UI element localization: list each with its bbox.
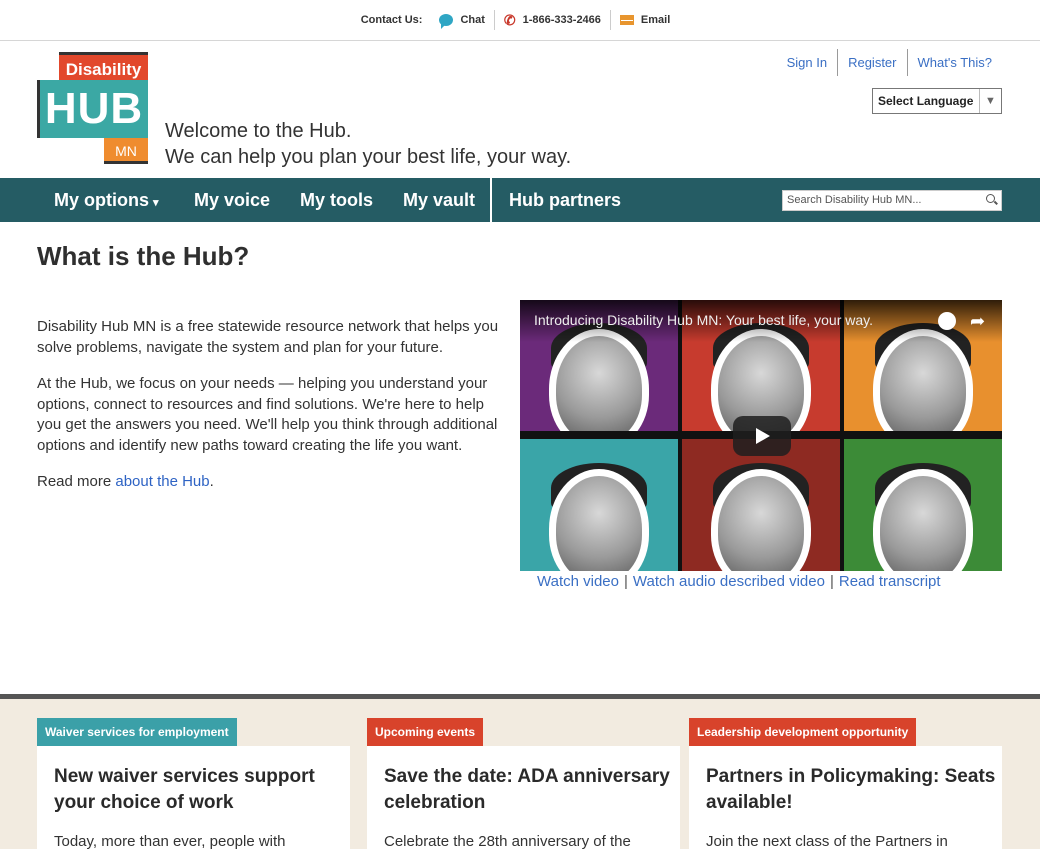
caret-down-icon: ▾ — [153, 197, 159, 209]
feature-card[interactable]: New waiver services support your choice … — [37, 746, 350, 849]
page-title: What is the Hub? — [37, 241, 250, 271]
card-excerpt: Today, more than ever, people with — [54, 833, 286, 849]
phone-number: 1-866-333-2466 — [522, 14, 601, 26]
watch-audio-described-link[interactable]: Watch audio described video — [633, 573, 825, 590]
watch-video-link[interactable]: Watch video — [537, 573, 619, 590]
chat-link[interactable]: Chat — [430, 10, 493, 30]
welcome-line-2: We can help you plan your best life, you… — [165, 146, 572, 168]
account-links: Sign In Register What's This? — [777, 49, 1002, 76]
intro-text: Disability Hub MN is a free statewide re… — [37, 317, 507, 509]
read-transcript-link[interactable]: Read transcript — [839, 573, 941, 590]
nav-my-options-label: My options — [54, 190, 149, 210]
watch-later-icon[interactable] — [938, 312, 956, 330]
nav-my-voice[interactable]: My voice — [194, 178, 270, 222]
whats-this-link[interactable]: What's This? — [906, 49, 1003, 76]
card-excerpt: Join the next class of the Partners in — [706, 833, 948, 849]
card-category-tag[interactable]: Waiver services for employment — [37, 718, 237, 746]
nav-hub-partners[interactable]: Hub partners — [509, 178, 621, 222]
contact-label: Contact Us: — [360, 14, 423, 26]
video-thumbnail-tile — [844, 439, 1002, 571]
logo-hub-text: HUB — [37, 80, 148, 138]
read-more-suffix: . — [209, 473, 214, 490]
intro-paragraph-1: Disability Hub MN is a free statewide re… — [37, 318, 499, 356]
featured-section: New waiver services support your choice … — [0, 694, 1040, 849]
contact-bar: Contact Us: Chat ✆ 1-866-333-2466 Email — [0, 0, 1040, 41]
chat-icon — [439, 14, 454, 29]
card-title[interactable]: New waiver services support your choice … — [54, 764, 344, 816]
welcome-message: Welcome to the Hub. We can help you plan… — [165, 118, 571, 170]
play-button[interactable] — [733, 416, 791, 456]
phone-icon: ✆ — [503, 12, 516, 28]
language-select-label: Select Language — [878, 94, 974, 108]
intro-paragraph-2: At the Hub, we focus on your needs — hel… — [37, 375, 498, 454]
video-title-bar: Introducing Disability Hub MN: Your best… — [520, 300, 1002, 342]
link-separator: | — [829, 573, 834, 590]
share-icon[interactable]: ➦ — [970, 312, 988, 330]
search-input[interactable]: Search Disability Hub MN... — [782, 190, 1002, 211]
read-more: Read more about the Hub. — [37, 472, 507, 493]
nav-divider — [490, 178, 492, 222]
video-links: Watch video | Watch audio described video |… — [537, 573, 941, 590]
logo-mn-text: MN — [104, 138, 148, 164]
video-thumbnail-tile — [682, 439, 840, 571]
chat-label: Chat — [460, 14, 485, 26]
logo-disability-text: Disability — [59, 52, 148, 80]
video-thumbnail-tile — [520, 439, 678, 571]
nav-my-vault[interactable]: My vault — [403, 178, 475, 222]
site-logo[interactable]: Disability HUB MN — [37, 52, 148, 164]
sign-in-link[interactable]: Sign In — [777, 49, 837, 76]
dropdown-arrow-icon: ▼ — [979, 89, 1001, 113]
phone-link[interactable]: ✆ 1-866-333-2466 — [493, 10, 610, 30]
read-more-prefix: Read more — [37, 473, 116, 490]
register-link[interactable]: Register — [837, 49, 906, 76]
card-excerpt: Celebrate the 28th anniversary of the — [384, 833, 631, 849]
search-placeholder: Search Disability Hub MN... — [787, 194, 922, 206]
video-title[interactable]: Introducing Disability Hub MN: Your best… — [534, 312, 873, 328]
nav-my-options[interactable]: My options ▾ — [54, 178, 159, 222]
card-category-tag[interactable]: Leadership development opportunity — [689, 718, 917, 746]
feature-card[interactable]: Save the date: ADA anniversary celebrati… — [367, 746, 680, 849]
search-icon[interactable] — [986, 194, 995, 203]
feature-card[interactable]: Partners in Policymaking: Seats availabl… — [689, 746, 1002, 849]
welcome-line-1: Welcome to the Hub. — [165, 120, 352, 142]
card-category-tag[interactable]: Upcoming events — [367, 718, 484, 746]
email-label: Email — [640, 14, 671, 26]
link-separator: | — [623, 573, 628, 590]
video-player[interactable]: Introducing Disability Hub MN: Your best… — [520, 300, 1002, 571]
about-hub-link[interactable]: about the Hub — [115, 473, 209, 490]
card-title[interactable]: Save the date: ADA anniversary celebrati… — [384, 764, 674, 816]
nav-my-tools[interactable]: My tools — [300, 178, 373, 222]
email-link[interactable]: Email — [609, 10, 679, 30]
language-select[interactable]: Select Language ▼ — [872, 88, 1002, 114]
email-icon — [619, 15, 634, 25]
card-title[interactable]: Partners in Policymaking: Seats availabl… — [706, 764, 996, 816]
